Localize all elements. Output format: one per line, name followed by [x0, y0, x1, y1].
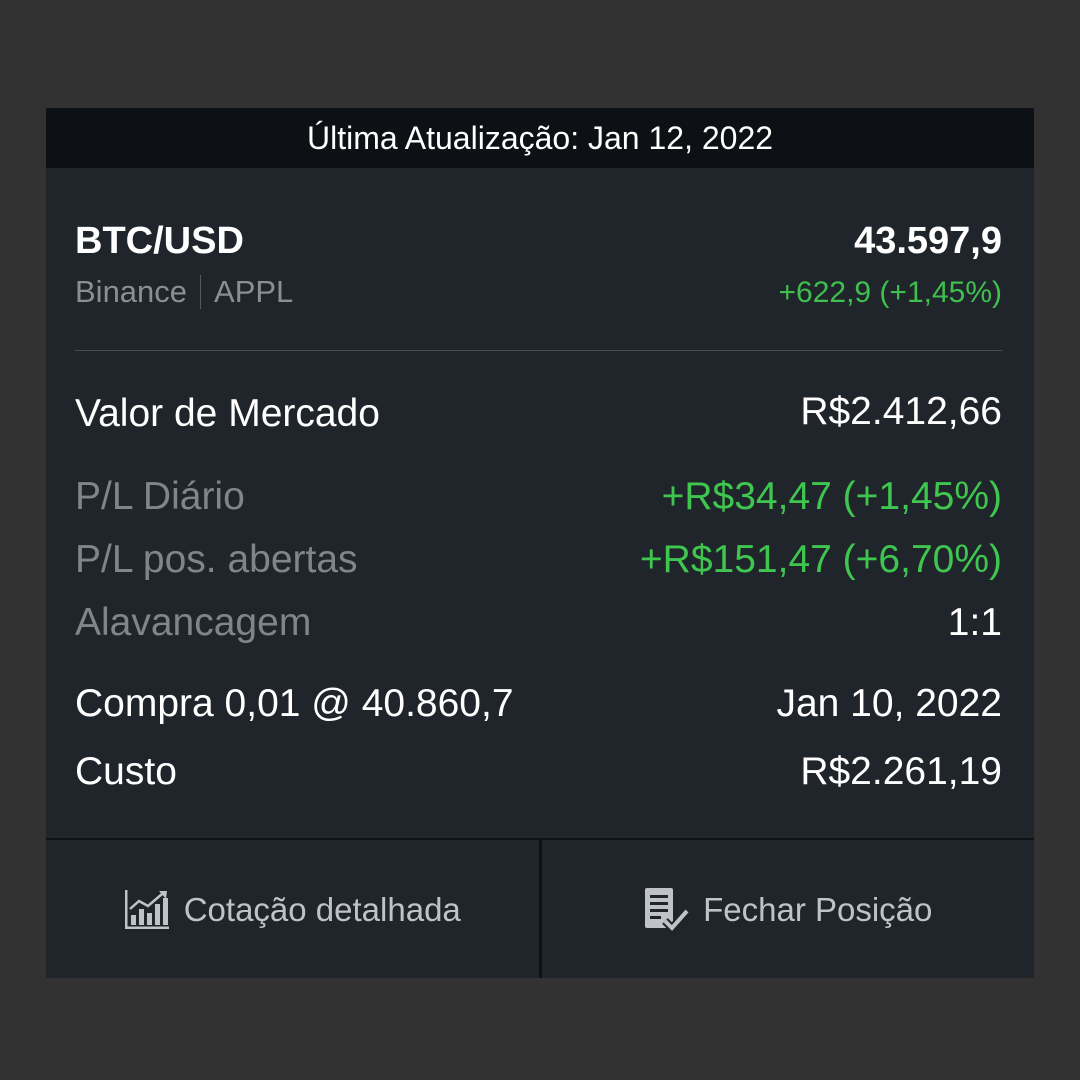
position-details: BTC/USD 43.597,9 Binance APPL +622,9 (+1…: [46, 168, 1034, 838]
instrument-source: Binance APPL: [75, 274, 293, 310]
price-change: +622,9 (+1,45%): [778, 276, 1003, 309]
leverage-value: 1:1: [947, 601, 1002, 644]
instrument-price: 43.597,9: [854, 220, 1002, 262]
buy-date: Jan 10, 2022: [776, 682, 1002, 725]
cost-value: R$2.261,19: [800, 750, 1002, 793]
market-value-label: Valor de Mercado: [75, 392, 380, 435]
leverage-label: Alavancagem: [75, 601, 312, 644]
document-check-icon: [645, 888, 690, 933]
detailed-quote-button[interactable]: Cotação detalhada: [46, 840, 539, 978]
close-position-label: Fechar Posição: [703, 891, 933, 928]
market-value: R$2.412,66: [800, 390, 1002, 433]
buy-order-label: Compra 0,01 @ 40.860,7: [75, 682, 514, 725]
instrument-symbol: BTC/USD: [75, 220, 244, 262]
action-bar: Cotação detalhada Fechar Posição: [46, 838, 1034, 978]
detailed-quote-label: Cotação detalhada: [183, 891, 461, 928]
chart-icon: [124, 890, 169, 929]
daily-pl-label: P/L Diário: [75, 475, 245, 518]
exchange-name: Binance: [75, 274, 188, 309]
source-separator: [200, 275, 202, 309]
position-card: Última Atualização: Jan 12, 2022 BTC/USD…: [46, 108, 1034, 978]
cost-label: Custo: [75, 750, 177, 793]
daily-pl-value: +R$34,47 (+1,45%): [661, 475, 1002, 518]
ticker-name: APPL: [214, 274, 294, 309]
section-divider: [75, 350, 1002, 351]
last-update-text: Última Atualização: Jan 12, 2022: [306, 119, 774, 156]
open-pl-label: P/L pos. abertas: [75, 538, 358, 581]
close-position-button[interactable]: Fechar Posição: [538, 840, 1034, 978]
open-pl-value: +R$151,47 (+6,70%): [639, 538, 1002, 581]
last-update-bar: Última Atualização: Jan 12, 2022: [46, 108, 1034, 168]
